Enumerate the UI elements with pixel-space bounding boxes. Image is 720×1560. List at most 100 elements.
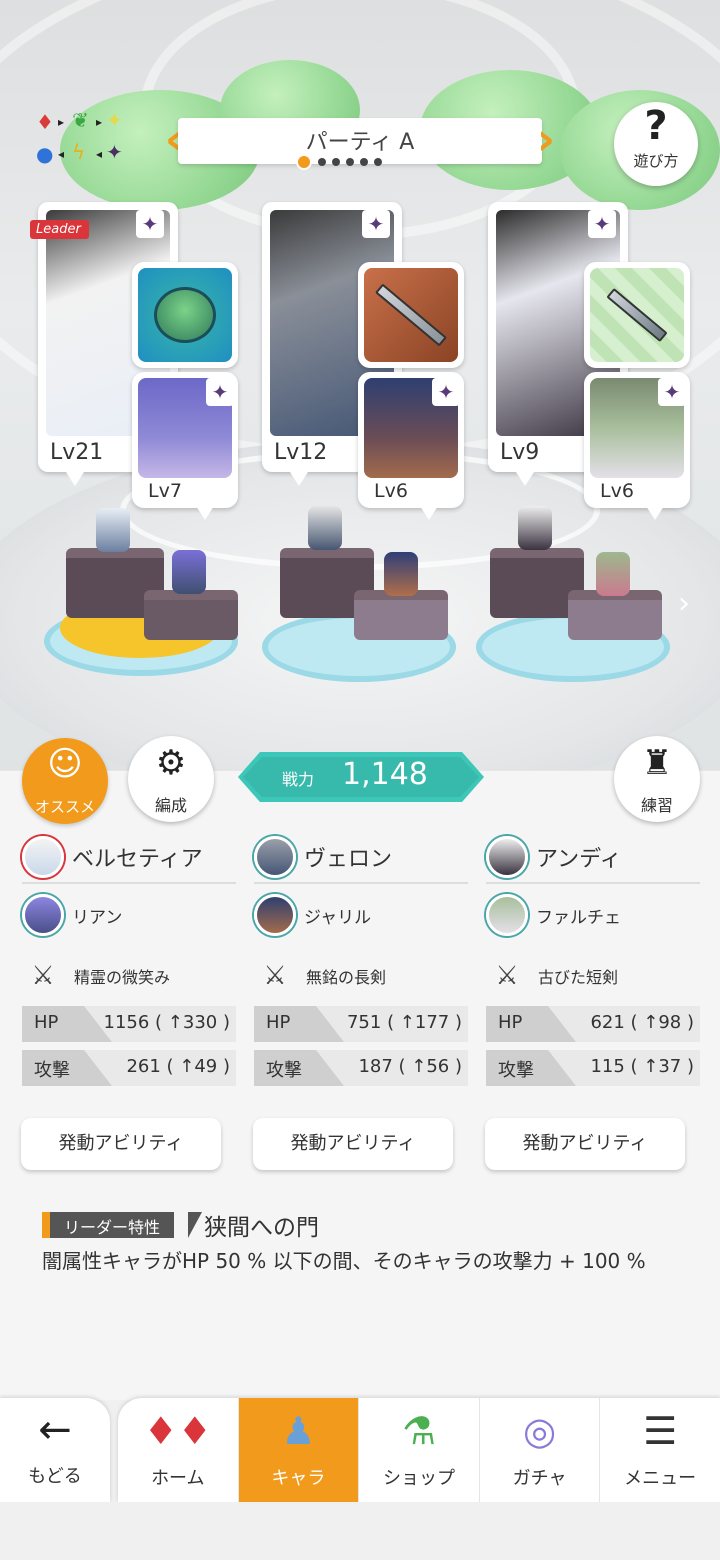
tab-label: ショップ: [382, 1468, 455, 1489]
hp-stat: HP 751 ( ↑177 ): [254, 1006, 468, 1042]
main-character-row[interactable]: ヴェロン: [254, 832, 468, 884]
attack-stat: 攻撃 187 ( ↑56 ): [254, 1050, 468, 1086]
attack-value: 261 ( ↑49 ): [126, 1056, 230, 1077]
dagger-icon: [590, 268, 684, 362]
recommend-label: オススメ: [34, 798, 95, 816]
party-slot-1: ベルセティア リアン ⚔ 精霊の微笑み HP 1156 ( ↑330 ) 攻撃 …: [22, 832, 236, 1094]
water-element-icon: ●: [36, 142, 54, 166]
hp-stat: HP 621 ( ↑98 ): [486, 1006, 700, 1042]
dark-element-icon: ✦: [588, 210, 616, 238]
page-dot[interactable]: [346, 158, 354, 166]
attack-stat: 攻撃 261 ( ↑49 ): [22, 1050, 236, 1086]
tab-shop[interactable]: ⚗ ショップ: [359, 1398, 480, 1502]
recommend-button[interactable]: ☺ オススメ: [22, 738, 108, 824]
equipment-row[interactable]: ⚔ 古びた短剣: [486, 946, 700, 1006]
help-label: 遊び方: [633, 152, 679, 170]
ability-button[interactable]: 発動アビリティ: [485, 1118, 685, 1170]
party-title: パーティ A: [305, 130, 415, 155]
character-sprite[interactable]: [308, 506, 342, 550]
party-scene: ♦ ▸ ❦ ▸ ✦ ● ◂ ϟ ◂ ✦ ‹ パーティ A › ? 遊び方 Lv2…: [0, 0, 720, 780]
pedestal-block: [354, 590, 448, 640]
pedestal-block: [568, 590, 662, 640]
auto-formation-icon: ☺: [47, 744, 83, 784]
page-dot[interactable]: [332, 158, 340, 166]
question-icon: ?: [644, 103, 668, 149]
character-sprite[interactable]: [518, 506, 552, 550]
page-dot[interactable]: [318, 158, 326, 166]
equipment-card[interactable]: [132, 262, 238, 368]
dark-element-icon: ✦: [206, 378, 234, 406]
character-avatar: [22, 836, 64, 878]
help-button[interactable]: ? 遊び方: [614, 102, 698, 186]
party-page-indicator: [296, 154, 382, 170]
arrow-icon: ◂: [58, 147, 65, 161]
tab-label: メニュー: [624, 1468, 697, 1489]
fire-element-icon: ♦: [36, 110, 54, 134]
card-tail: [516, 472, 534, 486]
attack-value: 115 ( ↑37 ): [590, 1056, 694, 1077]
arrow-icon: ▸: [96, 115, 103, 129]
sub-character-row[interactable]: ファルチェ: [486, 884, 700, 946]
character-avatar: [486, 836, 528, 878]
main-character-row[interactable]: ベルセティア: [22, 832, 236, 884]
page-dot[interactable]: [360, 158, 368, 166]
equipment-row[interactable]: ⚔ 精霊の微笑み: [22, 946, 236, 1006]
party-next-button[interactable]: ›: [532, 116, 560, 166]
hp-value: 621 ( ↑98 ): [590, 1012, 694, 1033]
home-icon: ♦♦: [143, 1409, 212, 1453]
leader-badge: Leader: [30, 220, 89, 239]
main-character-row[interactable]: アンディ: [486, 832, 700, 884]
tab-gacha[interactable]: ◎ ガチャ: [480, 1398, 601, 1502]
equipment-bag-icon: ⚔: [31, 961, 55, 991]
character-level: Lv21: [50, 440, 104, 465]
character-avatar: [254, 894, 296, 936]
page-dot[interactable]: [374, 158, 382, 166]
main-character-name: アンディ: [536, 847, 622, 872]
equipment-bag-icon: ⚔: [495, 961, 519, 991]
dark-element-icon: ✦: [658, 378, 686, 406]
equipment-card[interactable]: [584, 262, 690, 368]
tab-label: ガチャ: [512, 1468, 567, 1489]
leader-skill-tag: リーダー特性: [42, 1212, 175, 1238]
equipment-card[interactable]: [358, 262, 464, 368]
equipment-name: 古びた短剣: [538, 968, 619, 987]
equipment-bag-icon: ⚔: [263, 961, 287, 991]
sub-character-row[interactable]: ジャリル: [254, 884, 468, 946]
hp-value: 1156 ( ↑330 ): [103, 1012, 230, 1033]
scroll-right-arrow-icon[interactable]: ›: [678, 586, 690, 621]
sub-character-level: Lv6: [600, 480, 634, 502]
attack-stat: 攻撃 115 ( ↑37 ): [486, 1050, 700, 1086]
equipment-name: 無銘の長剣: [306, 968, 387, 987]
tab-character[interactable]: ♟ キャラ: [238, 1398, 360, 1502]
formation-button[interactable]: ⚙ 編成: [128, 736, 214, 822]
back-button[interactable]: ← もどる: [0, 1398, 110, 1502]
main-character-name: ヴェロン: [304, 847, 393, 872]
ability-button[interactable]: 発動アビリティ: [253, 1118, 453, 1170]
character-sprite[interactable]: [596, 552, 630, 596]
party-power: 戦力 1,148: [238, 752, 484, 802]
character-sprite[interactable]: [96, 508, 130, 552]
page-dot[interactable]: [296, 154, 312, 170]
character-sprite[interactable]: [384, 552, 418, 596]
hp-value: 751 ( ↑177 ): [346, 1012, 462, 1033]
attack-label: 攻撃: [254, 1050, 344, 1086]
thunder-element-icon: ϟ: [72, 140, 86, 164]
character-sprite[interactable]: [172, 550, 206, 594]
dark-element-icon: ✦: [362, 210, 390, 238]
tab-home[interactable]: ♦♦ ホーム: [118, 1398, 239, 1502]
practice-button[interactable]: ♜ 練習: [614, 736, 700, 822]
dark-element-icon: ✦: [136, 210, 164, 238]
ability-button[interactable]: 発動アビリティ: [21, 1118, 221, 1170]
sub-character-row[interactable]: リアン: [22, 884, 236, 946]
attack-label: 攻撃: [486, 1050, 576, 1086]
practice-label: 練習: [640, 796, 673, 815]
card-tail: [66, 472, 84, 486]
tab-menu[interactable]: ☰ メニュー: [600, 1398, 720, 1502]
dark-element-icon: ✦: [106, 140, 123, 164]
main-character-name: ベルセティア: [72, 847, 203, 872]
light-element-icon: ✦: [106, 108, 123, 132]
power-label: 戦力: [282, 770, 315, 789]
equipment-row[interactable]: ⚔ 無銘の長剣: [254, 946, 468, 1006]
sub-character-name: ジャリル: [304, 907, 372, 928]
character-icon: ♟: [281, 1409, 316, 1453]
